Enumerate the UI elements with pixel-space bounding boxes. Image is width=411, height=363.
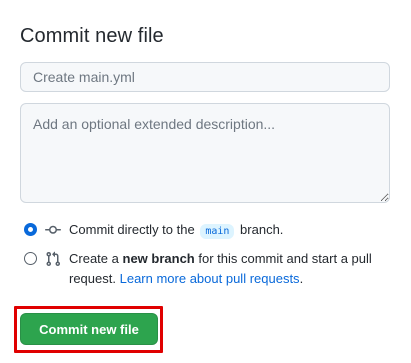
new-branch-option[interactable]: Create a new branch for this commit and … (24, 249, 379, 289)
commit-direct-label: Commit directly to the main branch. (69, 222, 284, 239)
new-branch-radio[interactable] (24, 252, 37, 265)
commit-description-textarea[interactable] (20, 103, 390, 203)
commit-new-file-button[interactable]: Commit new file (20, 313, 158, 345)
git-pull-request-icon (46, 251, 61, 267)
commit-summary-input[interactable] (20, 62, 390, 92)
commit-direct-option[interactable]: Commit directly to the main branch. (24, 220, 283, 242)
commit-direct-radio[interactable] (24, 223, 37, 236)
commit-title: Commit new file (20, 25, 164, 47)
learn-more-pull-requests-link[interactable]: Learn more about pull requests (120, 271, 300, 286)
git-commit-icon (45, 225, 61, 234)
branch-name-badge: main (200, 224, 235, 239)
new-branch-label: Create a new branch for this commit and … (69, 251, 372, 286)
